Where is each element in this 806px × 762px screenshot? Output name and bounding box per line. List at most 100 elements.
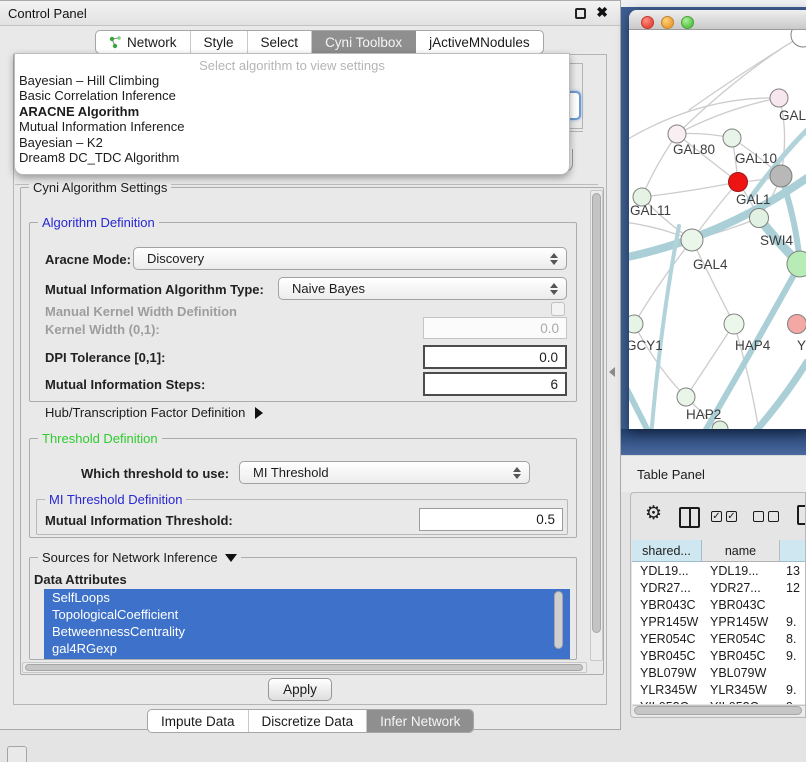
cell: 13 xyxy=(780,564,806,578)
network-edge xyxy=(642,134,677,197)
float-window-icon[interactable] xyxy=(575,8,586,19)
network-node[interactable] xyxy=(712,421,728,429)
tab-infer-network[interactable]: Infer Network xyxy=(367,710,473,732)
network-icon xyxy=(109,36,122,49)
column-header-name[interactable]: name xyxy=(702,540,780,562)
network-node[interactable] xyxy=(681,229,703,251)
split-columns-icon[interactable] xyxy=(679,507,700,528)
algorithm-option[interactable]: Bayesian – Hill Climbing xyxy=(15,73,569,88)
hub-factor-expander[interactable]: Hub/Transcription Factor Definition xyxy=(45,405,263,420)
network-node[interactable] xyxy=(729,173,748,192)
attribute-item-selected[interactable]: TopologicalCoefficient xyxy=(44,606,570,623)
panel-title: Control Panel xyxy=(8,6,87,21)
dpi-tolerance-field[interactable]: 0.0 xyxy=(423,345,567,369)
sources-collapse-toggle[interactable]: Sources for Network Inference xyxy=(38,550,241,565)
tab-discretize-data[interactable]: Discretize Data xyxy=(249,710,368,732)
mi-type-combo[interactable]: Naive Bayes xyxy=(278,277,567,300)
panel-splitter-handle[interactable] xyxy=(609,367,615,377)
network-node-label: GAL xyxy=(779,108,806,123)
table-row[interactable]: YBL079W YBL079W xyxy=(632,664,806,681)
network-node[interactable] xyxy=(629,315,643,333)
unchecked-boxes-icon[interactable] xyxy=(753,511,779,522)
network-desktop-shade xyxy=(621,429,806,455)
manual-kernel-checkbox[interactable] xyxy=(551,302,565,316)
network-node-label: Y xyxy=(797,338,806,353)
minimized-panel-button[interactable] xyxy=(7,746,27,762)
network-node[interactable] xyxy=(770,165,792,187)
table-row[interactable]: YPR145W YPR145W 9. xyxy=(632,613,806,630)
tab-network[interactable]: Network xyxy=(96,31,191,53)
combo-value: MI Threshold xyxy=(253,465,329,480)
aracne-mode-combo[interactable]: Discovery xyxy=(133,247,567,270)
network-edge xyxy=(629,382,663,429)
field-value: 0.5 xyxy=(536,512,555,527)
group-title: Threshold Definition xyxy=(38,431,162,446)
mac-close-button[interactable] xyxy=(641,16,654,29)
cell: YBL079W xyxy=(702,666,780,680)
cell: YDR27... xyxy=(632,581,702,595)
cell: YER054C xyxy=(702,632,780,646)
data-attributes-label: Data Attributes xyxy=(34,572,127,587)
table-row[interactable]: YDL19... YDL19... 13 xyxy=(632,562,806,579)
scrollbar-thumb[interactable] xyxy=(634,706,802,715)
mi-threshold-field[interactable]: 0.5 xyxy=(419,508,563,531)
network-node[interactable] xyxy=(750,209,769,228)
cell: YLR345W xyxy=(632,683,702,697)
table-row[interactable]: YDR27... YDR27... 12 xyxy=(632,579,806,596)
table-row[interactable]: YER054C YER054C 8. xyxy=(632,630,806,647)
algorithm-option[interactable]: Dream8 DC_TDC Algorithm xyxy=(15,150,569,165)
node-table: shared... name YDL19... YDL19... 13 YDR2… xyxy=(632,540,806,704)
which-threshold-combo[interactable]: MI Threshold xyxy=(239,461,530,484)
table-row[interactable]: YBR045C YBR045C 9. xyxy=(632,647,806,664)
apply-label: Apply xyxy=(283,682,317,697)
network-node[interactable] xyxy=(770,89,788,107)
tab-cyni-toolbox[interactable]: Cyni Toolbox xyxy=(312,31,416,53)
network-node[interactable] xyxy=(791,30,806,47)
network-node[interactable] xyxy=(723,129,741,147)
attribute-item-selected[interactable]: gal4RGexp xyxy=(44,640,570,657)
network-node[interactable] xyxy=(677,388,695,406)
data-attributes-list: SelfLoops TopologicalCoefficient Between… xyxy=(44,589,570,659)
settings-vertical-scrollbar[interactable] xyxy=(590,190,603,661)
tab-jactivemnodules[interactable]: jActiveMNodules xyxy=(416,31,543,53)
network-node[interactable] xyxy=(668,125,686,143)
kernel-width-field[interactable]: 0.0 xyxy=(423,317,567,339)
scrollbar-thumb[interactable] xyxy=(592,193,601,633)
cell: YPR145W xyxy=(702,615,780,629)
field-value: 0.0 xyxy=(539,350,558,365)
algorithm-option-selected[interactable]: ARACNE Algorithm xyxy=(15,104,569,119)
network-canvas[interactable]: GALGAL80GAL10GAL1GAL11SWI4GAL4GCY1HAP4YH… xyxy=(629,30,806,429)
page-icon[interactable] xyxy=(797,505,806,525)
apply-button[interactable]: Apply xyxy=(268,678,332,701)
settings-horizontal-scrollbar[interactable] xyxy=(22,662,587,673)
table-row[interactable]: YLR345W YLR345W 9. xyxy=(632,681,806,698)
mi-steps-field[interactable]: 6 xyxy=(423,372,567,396)
application-root: Control Panel ✖ Network Style Se xyxy=(0,0,806,762)
mac-minimize-button[interactable] xyxy=(661,16,674,29)
tab-select[interactable]: Select xyxy=(248,31,313,53)
attribute-item-selected[interactable]: BetweennessCentrality xyxy=(44,623,570,640)
attributes-scrollbar-thumb[interactable] xyxy=(554,591,563,649)
tab-impute-data[interactable]: Impute Data xyxy=(148,710,249,732)
tab-style[interactable]: Style xyxy=(191,31,248,53)
network-window-titlebar[interactable] xyxy=(629,10,806,30)
cell: YER054C xyxy=(632,632,702,646)
algorithm-option[interactable]: Bayesian – K2 xyxy=(15,135,569,150)
algorithm-option[interactable]: Basic Correlation Inference xyxy=(15,88,569,103)
algorithm-option[interactable]: Mutual Information Inference xyxy=(15,119,569,134)
attribute-item-selected[interactable]: SelfLoops xyxy=(44,589,570,606)
column-header-partial[interactable] xyxy=(780,540,806,562)
checkbox-empty-icon xyxy=(768,511,779,522)
table-row[interactable]: YBR043C YBR043C xyxy=(632,596,806,613)
mac-zoom-button[interactable] xyxy=(681,16,694,29)
close-icon[interactable]: ✖ xyxy=(596,4,608,21)
network-node[interactable] xyxy=(788,315,806,334)
network-edge xyxy=(642,182,738,197)
network-node[interactable] xyxy=(724,314,744,334)
column-header-shared-name[interactable]: shared... xyxy=(632,540,702,562)
table-row[interactable]: YIL052C YIL052C 9 xyxy=(632,698,806,704)
scrollbar-thumb[interactable] xyxy=(25,664,583,671)
gear-icon[interactable]: ⚙ xyxy=(645,502,662,525)
checked-boxes-icon[interactable]: ✓ ✓ xyxy=(711,511,737,522)
cell: YDL19... xyxy=(632,564,702,578)
